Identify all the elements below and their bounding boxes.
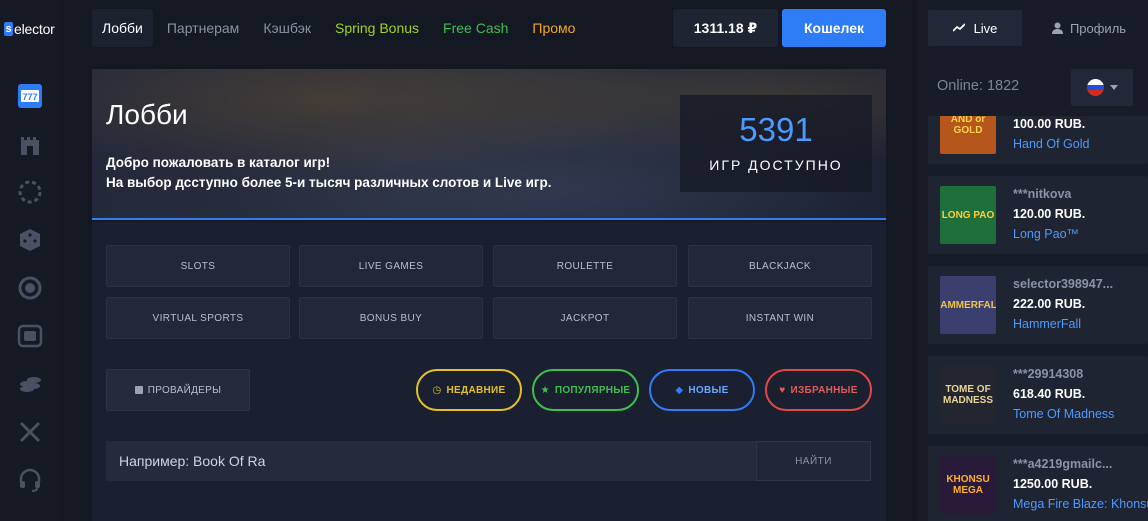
game-thumbnail: TOME OF MADNESS: [940, 366, 996, 424]
wallet-button[interactable]: Кошелек: [782, 9, 886, 47]
tab-profile[interactable]: Профиль: [1030, 10, 1148, 46]
language-select[interactable]: [1071, 69, 1133, 106]
tv-icon[interactable]: [14, 320, 46, 352]
game-thumbnail: LONG PAO: [940, 186, 996, 244]
feed-amount: 222.00 RUB.: [1013, 297, 1086, 311]
nav-lobby-label: Лобби: [102, 20, 143, 36]
target-icon[interactable]: [14, 272, 46, 304]
nav-partners[interactable]: Партнерам: [157, 9, 249, 47]
filter-popular[interactable]: ★ ПОПУЛЯРНЫЕ: [532, 369, 639, 411]
game-search-input[interactable]: [106, 441, 756, 481]
providers-icon: [134, 386, 143, 394]
feed-game[interactable]: Tome Of Madness: [1013, 407, 1114, 421]
chevron-down-icon: [1109, 85, 1118, 90]
coins-icon[interactable]: [14, 368, 46, 400]
feed-item[interactable]: LONG PAO ***nitkova 120.00 RUB. Long Pao…: [928, 176, 1148, 254]
providers-label: ПРОВАЙДЕРЫ: [147, 384, 222, 396]
filter-recent[interactable]: ◷ НЕДАВНИЕ: [416, 369, 522, 411]
game-thumbnail: HAMMERFALL: [940, 276, 996, 334]
games-count-label: ИГР ДОСТУПНО: [709, 157, 843, 173]
user-icon: [1051, 22, 1063, 34]
logo-text: elector: [14, 21, 55, 37]
game-thumbnail: AND or GOLD: [940, 116, 996, 154]
star-icon: ★: [540, 384, 550, 396]
feed-game[interactable]: HammerFall: [1013, 317, 1081, 331]
feed-item[interactable]: HAMMERFALL selector398947... 222.00 RUB.…: [928, 266, 1148, 344]
page-title: Лобби: [106, 99, 188, 130]
russia-flag-icon: [1086, 79, 1104, 96]
category-slots[interactable]: SLOTS: [106, 245, 290, 287]
nav-promo-label: Промо: [532, 20, 576, 36]
feed-user: selector398947...: [1013, 277, 1114, 291]
nav-free-cash-label: Free Cash: [443, 20, 509, 36]
category-roulette[interactable]: ROULETTE: [493, 245, 677, 287]
nav-spring-bonus[interactable]: Spring Bonus: [325, 9, 429, 47]
feed-item[interactable]: AND or GOLD 100.00 RUB. Hand Of Gold: [928, 116, 1148, 164]
balance-display[interactable]: 1311.18 ₽: [673, 9, 778, 47]
feed-amount: 618.40 RUB.: [1013, 387, 1086, 401]
feed-game[interactable]: Long Pao™: [1013, 227, 1079, 241]
logo-mark: s: [4, 22, 13, 36]
tab-live[interactable]: Live: [928, 10, 1022, 46]
feed-item[interactable]: KHONSU MEGA ***a4219gmailc... 1250.00 RU…: [928, 446, 1148, 521]
games-count: 5391: [739, 111, 813, 148]
filter-new[interactable]: ◆ НОВЫЕ: [649, 369, 755, 411]
crossed-swords-icon[interactable]: [14, 416, 46, 448]
feed-user: ***nitkova: [1013, 187, 1072, 201]
activity-icon: [952, 23, 965, 32]
headset-icon[interactable]: [14, 464, 46, 496]
providers-button[interactable]: ПРОВАЙДЕРЫ: [106, 369, 250, 411]
feed-amount: 1250.00 RUB.: [1013, 477, 1093, 491]
castle-icon[interactable]: [14, 128, 46, 160]
hero-desc-line-2: На выбор дсступно более 5-и тысяч различ…: [106, 175, 552, 190]
clock-icon: ◷: [432, 384, 442, 396]
online-count: Online: 1822: [937, 78, 1020, 94]
filter-recent-label: НЕДАВНИЕ: [446, 384, 506, 396]
hero-description: Добро пожаловать в каталог игр! На выбор…: [106, 153, 552, 193]
nav-promo[interactable]: Промо: [522, 9, 585, 47]
left-rail: s elector 777: [0, 0, 60, 521]
feed-amount: 120.00 RUB.: [1013, 207, 1086, 221]
nav-cashback-label: Кэшбэк: [263, 20, 311, 36]
category-blackjack[interactable]: BLACKJACK: [688, 245, 872, 287]
feed-user: ***29914308: [1013, 367, 1084, 381]
logo[interactable]: s elector: [4, 20, 55, 38]
category-live-games[interactable]: LIVE GAMES: [299, 245, 483, 287]
category-virtual-sports[interactable]: VIRTUAL SPORTS: [106, 297, 290, 339]
category-instant-win[interactable]: INSTANT WIN: [688, 297, 872, 339]
lobby-hero-banner: Лобби Добро пожаловать в каталог игр! На…: [92, 69, 886, 220]
games-count-box: 5391 ИГР ДОСТУПНО: [680, 95, 872, 192]
nav-lobby[interactable]: Лобби: [92, 9, 153, 47]
filter-favorites-label: ИЗБРАННЫЕ: [790, 384, 858, 396]
dice-icon[interactable]: [14, 224, 46, 256]
feed-item[interactable]: TOME OF MADNESS ***29914308 618.40 RUB. …: [928, 356, 1148, 434]
category-jackpot[interactable]: JACKPOT: [493, 297, 677, 339]
diamond-icon: ◆: [675, 384, 684, 396]
filter-new-label: НОВЫЕ: [688, 384, 729, 396]
nav-partners-label: Партнерам: [166, 20, 240, 36]
hero-desc-line-1: Добро пожаловать в каталог игр!: [106, 155, 331, 170]
feed-user: ***a4219gmailc...: [1013, 457, 1113, 471]
top-nav: Лобби Партнерам Кэшбэк Spring Bonus Free…: [92, 9, 589, 47]
svg-text:777: 777: [22, 92, 37, 102]
feed-game[interactable]: Hand Of Gold: [1013, 137, 1089, 151]
nav-spring-bonus-label: Spring Bonus: [334, 20, 420, 36]
live-wins-feed: AND or GOLD 100.00 RUB. Hand Of Gold LON…: [928, 116, 1148, 521]
nav-cashback[interactable]: Кэшбэк: [253, 9, 321, 47]
feed-amount: 100.00 RUB.: [1013, 117, 1086, 131]
category-bonus-buy[interactable]: BONUS BUY: [299, 297, 483, 339]
tab-live-label: Live: [973, 20, 998, 36]
nav-free-cash[interactable]: Free Cash: [433, 9, 518, 47]
feed-game[interactable]: Mega Fire Blaze: Khonsu: [1013, 497, 1148, 511]
heart-icon: ♥: [779, 384, 786, 396]
tab-profile-label: Профиль: [1069, 20, 1127, 36]
slots-777-icon[interactable]: 777: [14, 80, 46, 112]
dashed-circle-icon[interactable]: [14, 176, 46, 208]
game-thumbnail: KHONSU MEGA: [940, 456, 996, 514]
search-button[interactable]: НАЙТИ: [756, 441, 871, 481]
filter-popular-label: ПОПУЛЯРНЫЕ: [554, 384, 631, 396]
filter-favorites[interactable]: ♥ ИЗБРАННЫЕ: [765, 369, 872, 411]
